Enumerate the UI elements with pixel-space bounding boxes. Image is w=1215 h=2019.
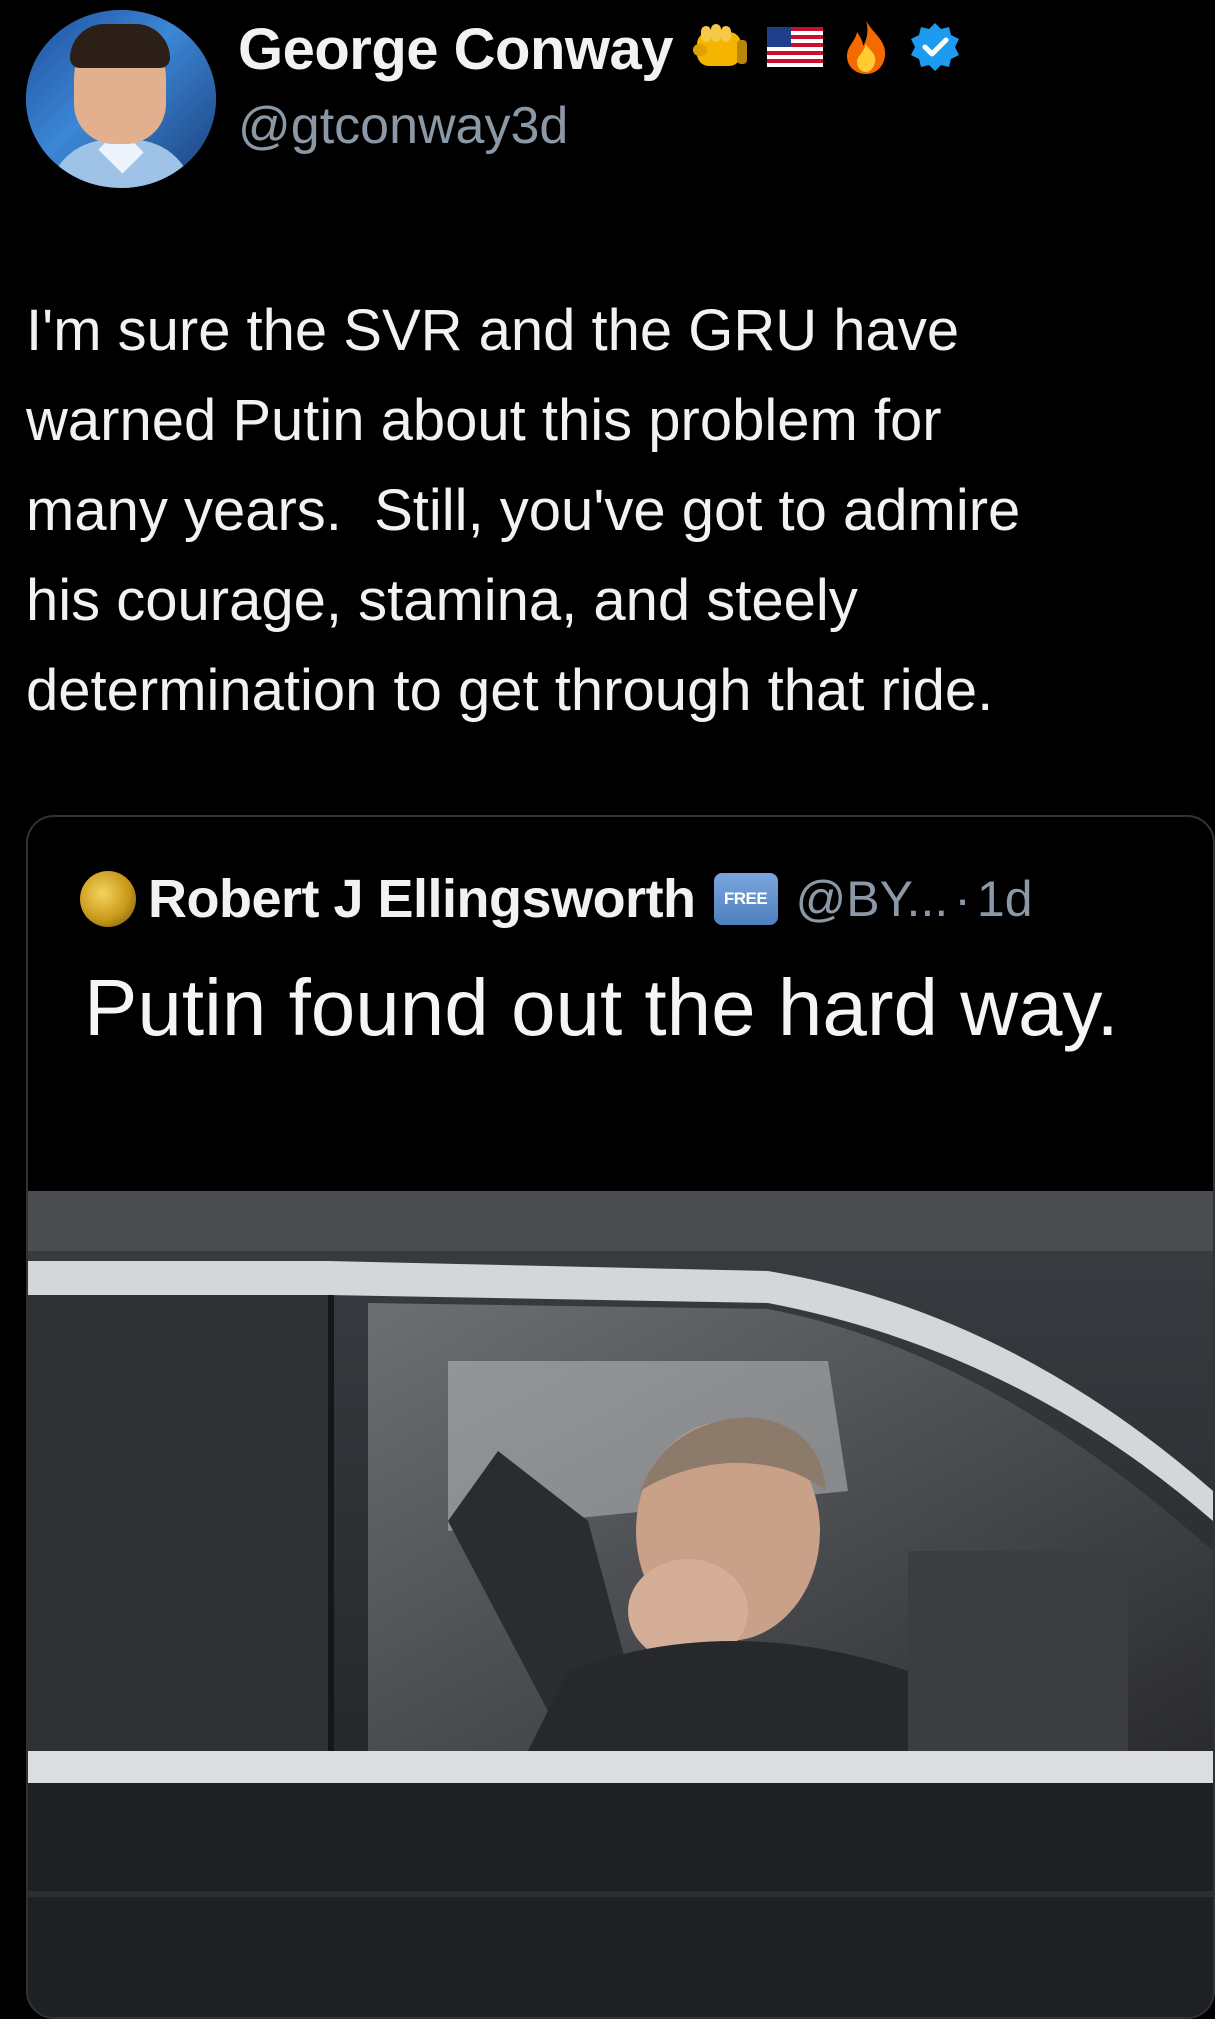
dot-separator: · [954,871,971,927]
tweet-header: George Conway @gtconway3d [0,0,1215,200]
author-handle[interactable]: @gtconway3d [238,96,568,156]
quoted-tweet-header: Robert J Ellingsworth FREE @BY... · 1d [80,865,1033,933]
quoted-tweet-text: Putin found out the hard way. [84,963,1119,1052]
author-name[interactable]: George Conway [238,16,674,83]
author-avatar[interactable] [26,10,216,188]
quoted-tweet-card[interactable]: Robert J Ellingsworth FREE @BY... · 1d P… [26,815,1215,2019]
quoted-author-handle[interactable]: @BY... [796,870,949,928]
quoted-timestamp[interactable]: 1d [977,870,1033,928]
us-flag-emoji-icon [767,26,824,72]
quoted-tweet-photo[interactable] [28,1191,1213,2017]
author-name-row: George Conway [238,14,961,84]
quoted-author-avatar[interactable] [80,871,136,927]
verified-badge-icon [909,21,961,78]
fist-emoji-icon [691,22,749,77]
quoted-author-name[interactable]: Robert J Ellingsworth [148,868,696,930]
free-badge-icon: FREE [713,873,778,925]
fire-emoji-icon [841,18,891,81]
tweet-text: I'm sure the SVR and the GRU have warned… [26,298,1021,723]
